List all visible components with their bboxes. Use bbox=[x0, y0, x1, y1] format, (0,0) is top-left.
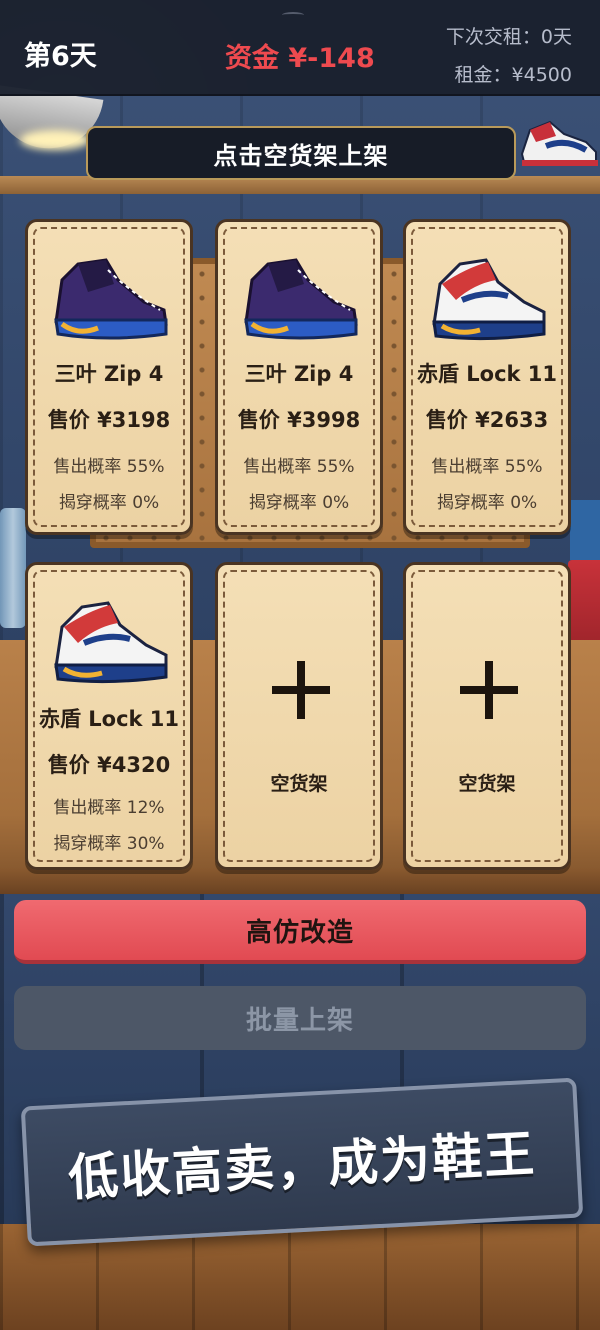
shoe-price: 售价 ¥3198 bbox=[47, 408, 171, 432]
shoe-name: 赤盾 Lock 11 bbox=[416, 362, 558, 386]
lamp-glow bbox=[20, 130, 90, 150]
purple-blue-sneaker-icon bbox=[244, 258, 358, 340]
empty-shelf-slot-6[interactable]: 空货架 bbox=[403, 562, 571, 870]
day-counter: 第6天 bbox=[24, 41, 97, 72]
expose-probability: 揭穿概率 0% bbox=[58, 493, 160, 513]
white-red-sneaker-icon bbox=[432, 258, 546, 341]
purple-blue-sneaker-icon bbox=[54, 258, 168, 340]
counterfeit-modify-button[interactable]: 高仿改造 bbox=[14, 900, 586, 964]
slogan-text: 低收高卖，成为鞋王 bbox=[20, 1077, 584, 1247]
shoe-name: 三叶 Zip 4 bbox=[244, 362, 354, 386]
shoe-price: 售价 ¥4320 bbox=[47, 753, 171, 777]
shelf-slot-4[interactable]: 赤盾 Lock 11 售价 ¥4320 售出概率 12% 揭穿概率 30% bbox=[25, 562, 193, 870]
plus-icon bbox=[272, 661, 330, 719]
slogan-banner: 低收高卖，成为鞋王 bbox=[20, 1077, 584, 1247]
camera-notch bbox=[282, 12, 304, 18]
shoe-price: 售价 ¥3998 bbox=[237, 408, 361, 432]
shoe-price: 售价 ¥2633 bbox=[425, 408, 549, 432]
sell-probability: 售出概率 55% bbox=[431, 457, 543, 477]
rent-amount: 租金：¥4500 bbox=[454, 64, 572, 86]
empty-shelf-label: 空货架 bbox=[458, 773, 516, 795]
shelf-slot-2[interactable]: 三叶 Zip 4 售价 ¥3998 售出概率 55% 揭穿概率 0% bbox=[215, 219, 383, 535]
shelf-slot-1[interactable]: 三叶 Zip 4 售价 ¥3198 售出概率 55% 揭穿概率 0% bbox=[25, 219, 193, 535]
empty-shelf-slot-5[interactable]: 空货架 bbox=[215, 562, 383, 870]
empty-shelf-label: 空货架 bbox=[270, 773, 328, 795]
sell-probability: 售出概率 55% bbox=[243, 457, 355, 477]
status-bar: 第6天 资金 ¥-148 下次交租：0天 租金：¥4500 bbox=[0, 0, 600, 96]
plus-icon bbox=[460, 661, 518, 719]
sell-probability: 售出概率 55% bbox=[53, 457, 165, 477]
shelf-slot-3[interactable]: 赤盾 Lock 11 售价 ¥2633 售出概率 55% 揭穿概率 0% bbox=[403, 219, 571, 535]
white-red-sneaker-icon bbox=[54, 601, 168, 684]
funds-display: 资金 ¥-148 bbox=[225, 43, 375, 74]
next-rent-countdown: 下次交租：0天 bbox=[445, 26, 572, 48]
water-bottle-decoration bbox=[0, 508, 26, 628]
shoe-name: 三叶 Zip 4 bbox=[54, 362, 164, 386]
hint-banner: 点击空货架上架 bbox=[86, 126, 516, 180]
expose-probability: 揭穿概率 0% bbox=[436, 493, 538, 513]
shoe-name: 赤盾 Lock 11 bbox=[38, 707, 180, 731]
sell-probability: 售出概率 12% bbox=[53, 798, 165, 818]
blue-crate-decoration bbox=[570, 500, 600, 560]
bulk-shelve-button[interactable]: 批量上架 bbox=[14, 986, 586, 1050]
expose-probability: 揭穿概率 0% bbox=[248, 493, 350, 513]
expose-probability: 揭穿概率 30% bbox=[53, 834, 165, 854]
shelf-sneaker-decoration bbox=[520, 120, 598, 166]
counter-edge bbox=[0, 868, 600, 894]
